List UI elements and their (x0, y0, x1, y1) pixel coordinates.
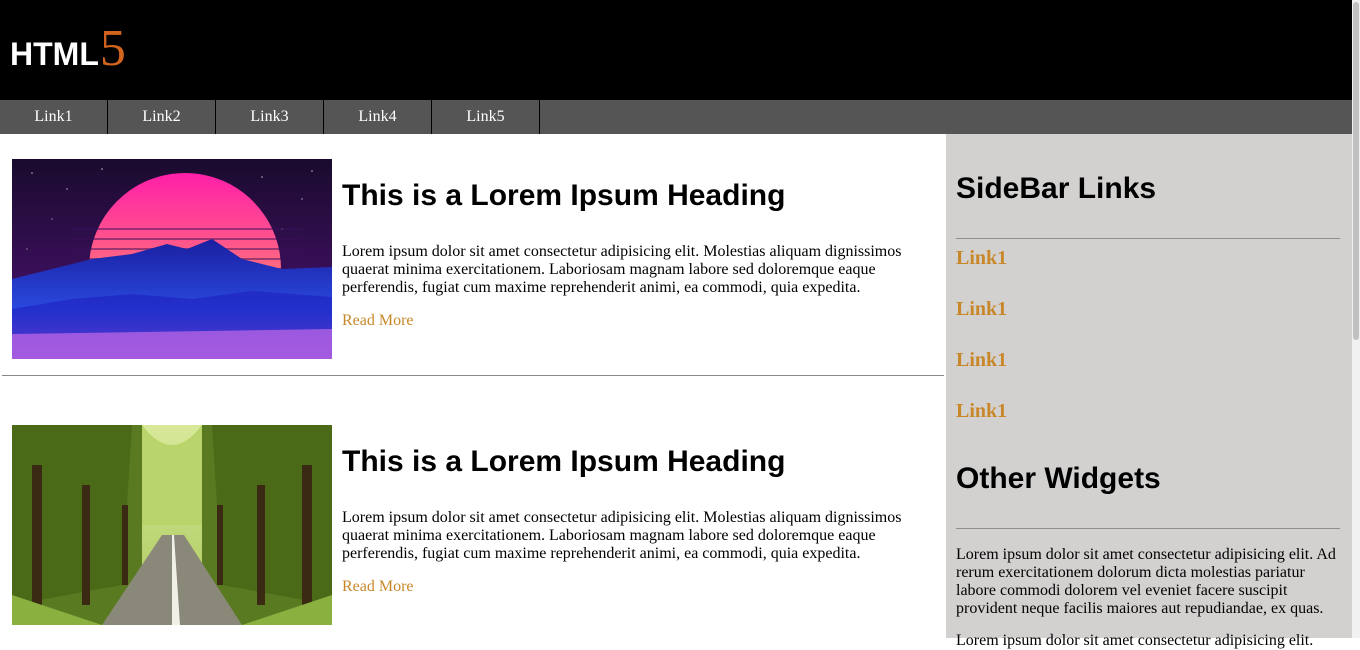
sidebar-links-heading: SideBar Links (956, 172, 1157, 205)
nav-link-3[interactable]: Link3 (216, 100, 324, 134)
read-more-link[interactable]: Read More (342, 312, 414, 330)
widget-text-2: Lorem ipsum dolor sit amet consectetur a… (956, 632, 1314, 649)
sidebar-link[interactable]: Link1 (956, 298, 1007, 321)
nav-link-1[interactable]: Link1 (0, 100, 108, 134)
other-widgets-heading: Other Widgets (956, 462, 1161, 495)
sidebar-divider (956, 528, 1340, 529)
logo-number: 5 (99, 20, 126, 77)
sidebar-divider (956, 238, 1340, 239)
article-heading: This is a Lorem Ipsum Heading (342, 179, 786, 212)
sidebar: SideBar Links Link1 Link1 Link1 Link1 Ot… (946, 134, 1352, 649)
main-content: This is a Lorem Ipsum Heading Lorem ipsu… (0, 134, 946, 638)
main-nav: Link1 Link2 Link3 Link4 Link5 (0, 100, 1352, 134)
article-text: Lorem ipsum dolor sit amet consectetur a… (342, 509, 902, 562)
nav-link-4[interactable]: Link4 (324, 100, 432, 134)
widget-text: Lorem ipsum dolor sit amet consectetur a… (956, 546, 1336, 617)
sidebar-link[interactable]: Link1 (956, 400, 1007, 423)
scrollbar-thumb[interactable] (1353, 2, 1359, 340)
article-text: Lorem ipsum dolor sit amet consectetur a… (342, 243, 902, 296)
page-scrollbar[interactable] (1352, 0, 1360, 638)
article-image-forest-road (12, 425, 332, 625)
site-logo[interactable]: HTML 5 (10, 20, 126, 78)
article-image-synthwave (12, 159, 332, 359)
site-header: HTML 5 (0, 0, 1352, 100)
read-more-link[interactable]: Read More (342, 578, 414, 596)
nav-link-5[interactable]: Link5 (432, 100, 540, 134)
sidebar-link[interactable]: Link1 (956, 349, 1007, 372)
logo-text: HTML (10, 36, 99, 72)
article-divider (2, 375, 944, 376)
sidebar-link[interactable]: Link1 (956, 247, 1007, 270)
nav-link-2[interactable]: Link2 (108, 100, 216, 134)
article-heading: This is a Lorem Ipsum Heading (342, 445, 786, 478)
